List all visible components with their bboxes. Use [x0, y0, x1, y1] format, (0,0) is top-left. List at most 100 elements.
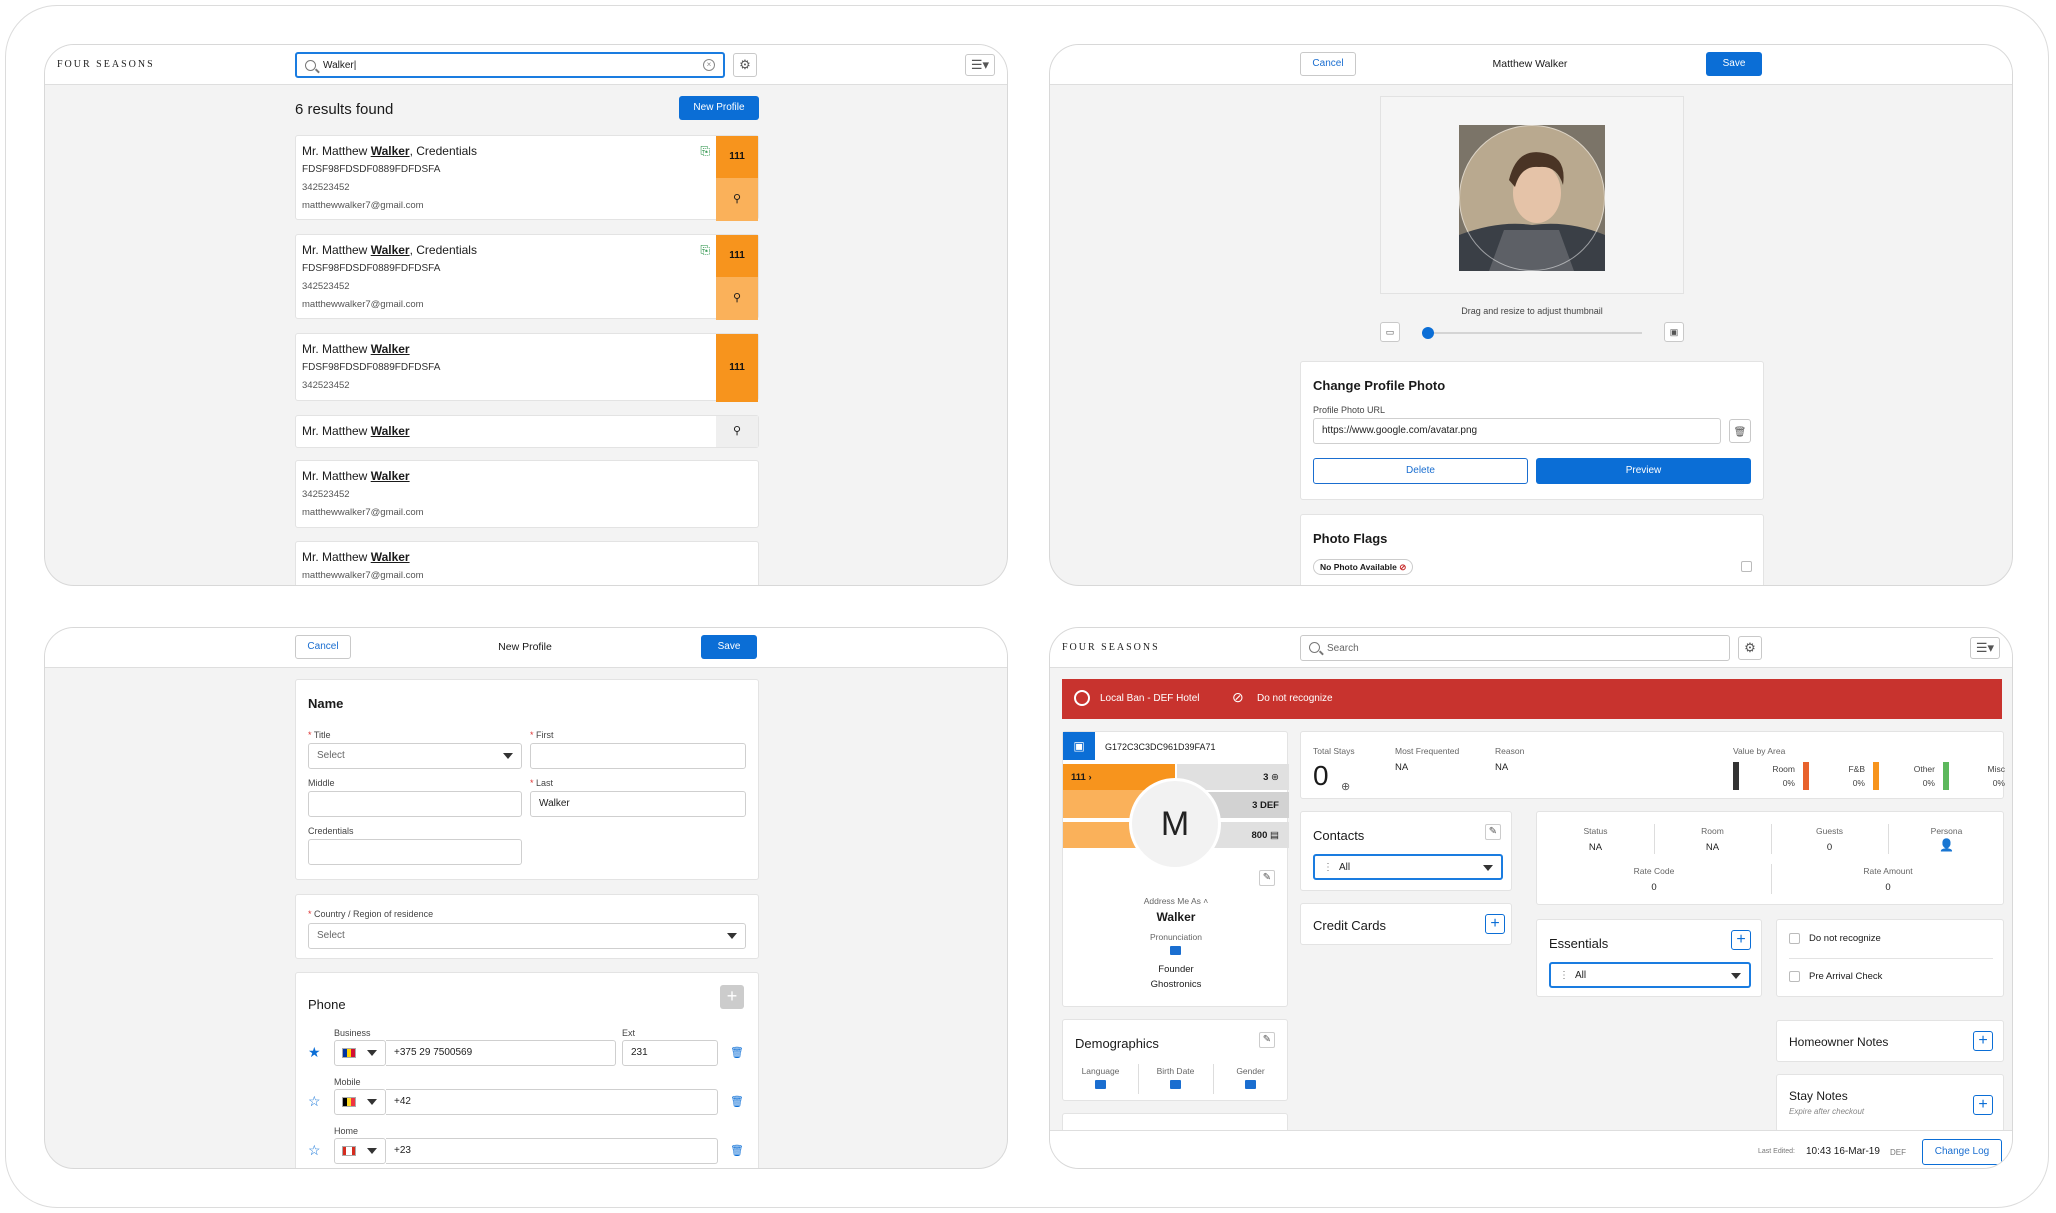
- country-label: * Country / Region of residence: [308, 909, 434, 919]
- preview-button[interactable]: Preview: [1536, 458, 1751, 484]
- first-label: * First: [530, 730, 554, 740]
- eye-off-icon: ⊘: [1232, 689, 1244, 705]
- url-label: Profile Photo URL: [1313, 405, 1386, 415]
- area-bar: [1733, 762, 1739, 790]
- room-badge: 111: [716, 235, 758, 277]
- zoom-out-button[interactable]: ▭: [1380, 322, 1400, 342]
- menu-button[interactable]: ☰▾: [965, 54, 995, 76]
- add-credit-card-button[interactable]: +: [1485, 914, 1505, 934]
- result-card[interactable]: Mr. Matthew Walker ⚲: [295, 415, 759, 448]
- drag-icon: ⋮: [1559, 970, 1569, 981]
- mobile-phone-input[interactable]: +42: [386, 1089, 718, 1115]
- new-profile-button[interactable]: New Profile: [679, 96, 759, 120]
- result-card[interactable]: Mr. Matthew Walker, Credentials FDSF98FD…: [295, 135, 759, 221]
- ext-input[interactable]: 231: [622, 1040, 718, 1066]
- room-label: Room: [1701, 826, 1724, 836]
- essentials-filter[interactable]: ⋮ All: [1549, 962, 1751, 988]
- edit-icon[interactable]: ✎: [1485, 824, 1501, 840]
- delete-url-button[interactable]: 🗑: [1729, 419, 1751, 443]
- last-name-input[interactable]: Walker: [530, 791, 746, 817]
- star-icon[interactable]: ★: [308, 1044, 321, 1061]
- pre-arrival-label: Pre Arrival Check: [1809, 971, 1883, 982]
- country-code-select[interactable]: [334, 1138, 386, 1164]
- result-email: matthewwalker7@gmail.com: [302, 299, 424, 310]
- title-select[interactable]: Select: [308, 743, 522, 769]
- area-percent: 0%: [1922, 778, 1935, 788]
- save-button[interactable]: Save: [701, 635, 757, 659]
- chevron-down-icon: [1483, 865, 1493, 871]
- business-phone-input[interactable]: +375 29 7500569: [386, 1040, 616, 1066]
- star-outline-icon[interactable]: ☆: [308, 1093, 321, 1110]
- star-outline-icon[interactable]: ☆: [308, 1142, 321, 1159]
- credentials-label: Credentials: [308, 826, 354, 836]
- country-code-select[interactable]: [334, 1089, 386, 1115]
- stay-notes-card: Stay Notes Expire after checkout +: [1776, 1074, 2004, 1132]
- add-homeowner-note-button[interactable]: +: [1973, 1031, 1993, 1051]
- first-name-input[interactable]: [530, 743, 746, 769]
- search-icon: [305, 60, 316, 71]
- eye-off-icon: ⊘: [1399, 562, 1407, 572]
- top-bar: Cancel New Profile Save: [45, 628, 1007, 668]
- flag-checkbox[interactable]: [1741, 561, 1752, 572]
- result-phone: 342523452: [302, 182, 350, 193]
- zoom-slider[interactable]: [1422, 327, 1642, 339]
- country-code-select[interactable]: [334, 1040, 386, 1066]
- edit-icon[interactable]: ✎: [1259, 1032, 1275, 1048]
- delete-button[interactable]: Delete: [1313, 458, 1528, 484]
- search-results-panel: FOUR SEASONS Walker| × ⚙ ☰▾ 6 results fo…: [44, 44, 1008, 586]
- cancel-button[interactable]: Cancel: [1300, 52, 1356, 76]
- result-card[interactable]: Mr. Matthew Walker matthewwalker7@gmail.…: [295, 541, 759, 585]
- title-label: * Title: [308, 730, 331, 740]
- reservation-card: Status NA Room NA Guests 0 Persona 👤 Rat…: [1536, 811, 2004, 905]
- contacts-filter[interactable]: ⋮ All: [1313, 854, 1503, 880]
- credentials-input[interactable]: [308, 839, 522, 865]
- clear-icon[interactable]: ×: [703, 59, 715, 71]
- menu-button[interactable]: ☰▾: [1970, 637, 2000, 659]
- pronunciation-icon: [1170, 946, 1181, 955]
- country-select[interactable]: Select: [308, 923, 746, 949]
- profile-id: G172C3C3DC961D39FA71: [1105, 742, 1216, 752]
- value-by-area-label: Value by Area: [1733, 746, 1786, 756]
- drag-hint: Drag and resize to adjust thumbnail: [1461, 306, 1603, 316]
- cancel-button[interactable]: Cancel: [295, 635, 351, 659]
- trash-icon[interactable]: 🗑: [730, 1095, 744, 1108]
- photo-url-input[interactable]: https://www.google.com/avatar.png: [1313, 418, 1721, 444]
- pre-arrival-checkbox[interactable]: [1789, 971, 1800, 982]
- result-card[interactable]: Mr. Matthew Walker, Credentials FDSF98FD…: [295, 234, 759, 320]
- avatar[interactable]: M: [1129, 778, 1221, 870]
- add-phone-button[interactable]: +: [720, 985, 744, 1009]
- dnr-checkbox[interactable]: [1789, 933, 1800, 944]
- slider-handle[interactable]: [1422, 327, 1434, 339]
- add-essentials-button[interactable]: +: [1731, 930, 1751, 950]
- trash-icon[interactable]: 🗑: [730, 1046, 744, 1059]
- chevron-down-icon: [367, 1148, 377, 1154]
- image-large-icon: ▣: [1669, 327, 1679, 337]
- search-input[interactable]: Search: [1300, 635, 1730, 661]
- add-stay-note-button[interactable]: +: [1973, 1095, 1993, 1115]
- result-card[interactable]: Mr. Matthew Walker 342523452 matthewwalk…: [295, 460, 759, 528]
- zoom-in-button[interactable]: ▣: [1664, 322, 1684, 342]
- chevron-down-icon: [367, 1050, 377, 1056]
- room-value: NA: [1705, 842, 1720, 853]
- key-icon: ⚲: [716, 178, 758, 221]
- middle-name-input[interactable]: [308, 791, 522, 817]
- chevron-down-icon: [1731, 973, 1741, 979]
- settings-button[interactable]: ⚙: [1738, 636, 1762, 660]
- flag-icon: [342, 1146, 356, 1156]
- search-input[interactable]: Walker| ×: [295, 52, 725, 78]
- demographics-title: Demographics: [1075, 1036, 1159, 1051]
- pronunciation-label: Pronunciation: [1150, 932, 1202, 942]
- globe-icon: ⊕: [1341, 781, 1351, 793]
- settings-button[interactable]: ⚙: [733, 53, 757, 77]
- menu-icon: ☰▾: [1975, 640, 1995, 655]
- photo-crop-area[interactable]: [1380, 96, 1684, 294]
- home-phone-input[interactable]: +23: [386, 1138, 718, 1164]
- result-card[interactable]: Mr. Matthew Walker FDSF98FDSDF0889FDFDSF…: [295, 333, 759, 402]
- save-button[interactable]: Save: [1706, 52, 1762, 76]
- edit-icon[interactable]: ✎: [1259, 870, 1275, 886]
- trash-icon[interactable]: 🗑: [730, 1144, 744, 1157]
- name-card: Name * Title Select * First Middle * Las…: [295, 679, 759, 880]
- credit-cards-card: Credit Cards +: [1300, 903, 1512, 945]
- middle-label: Middle: [308, 778, 335, 788]
- change-log-button[interactable]: Change Log: [1922, 1139, 2002, 1165]
